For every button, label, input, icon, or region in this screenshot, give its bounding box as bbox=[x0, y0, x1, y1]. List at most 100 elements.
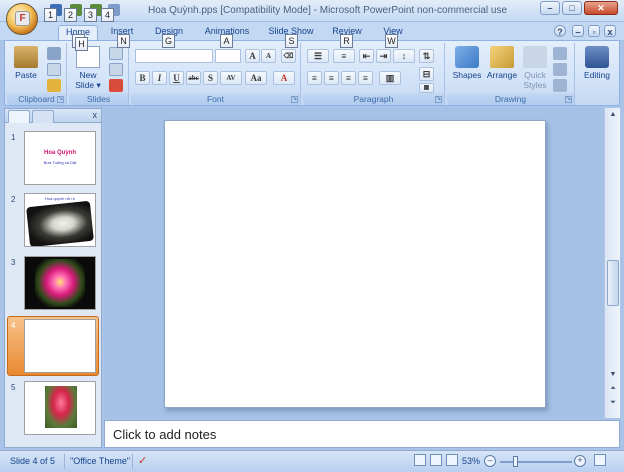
slide-show-icon[interactable] bbox=[446, 454, 458, 466]
strikethrough-button[interactable]: abc bbox=[186, 71, 201, 85]
reset-icon[interactable] bbox=[109, 63, 123, 76]
drawing-label: Drawing bbox=[447, 93, 574, 105]
font-color-button[interactable]: A bbox=[273, 71, 295, 85]
paragraph-label: Paragraph bbox=[303, 93, 444, 105]
panel-close-button[interactable]: x bbox=[93, 110, 98, 120]
format-painter-icon[interactable] bbox=[47, 79, 61, 92]
spell-check-icon[interactable]: ✓ bbox=[138, 454, 147, 467]
previous-slide-icon[interactable]: ⏶ bbox=[607, 384, 619, 394]
title-bar: F 1 2 3 4 Hoa Quỳnh.pps [Compatibility M… bbox=[0, 0, 624, 35]
drawing-launcher[interactable]: ↘ bbox=[565, 96, 572, 103]
smartart-button[interactable]: ▦ bbox=[419, 83, 434, 93]
align-left-button[interactable]: ≡ bbox=[307, 71, 322, 85]
doc-minimize-button[interactable]: – bbox=[572, 25, 584, 37]
line-spacing-button[interactable]: ↕ bbox=[393, 49, 415, 63]
grow-font-button[interactable]: A bbox=[245, 49, 260, 63]
arrange-button[interactable]: Arrange bbox=[485, 45, 519, 91]
fit-to-window-icon[interactable] bbox=[594, 454, 606, 466]
bold-button[interactable]: B bbox=[135, 71, 150, 85]
new-slide-button[interactable]: New Slide ▾ bbox=[71, 45, 105, 91]
normal-view-icon[interactable] bbox=[414, 454, 426, 466]
numbering-button[interactable]: ≡ bbox=[333, 49, 355, 63]
delete-slide-icon[interactable] bbox=[109, 79, 123, 92]
shape-effects-icon[interactable] bbox=[553, 79, 567, 92]
decrease-indent-button[interactable]: ⇤ bbox=[359, 49, 374, 63]
slide-thumbnail-1[interactable]: 1 Hoa Quỳnh Bừa Tuổng và Dật bbox=[5, 131, 101, 191]
columns-button[interactable]: ▥ bbox=[379, 71, 401, 85]
justify-button[interactable]: ≡ bbox=[358, 71, 373, 85]
close-button[interactable]: ✕ bbox=[584, 1, 618, 15]
font-name-combo[interactable] bbox=[135, 49, 213, 63]
slides-tab[interactable] bbox=[8, 110, 30, 123]
quick-styles-button[interactable]: Quick Styles bbox=[519, 45, 551, 91]
thumbnail-image: Hoa quỳnh nở rộ bbox=[24, 193, 96, 247]
keytip-review: R bbox=[340, 34, 353, 48]
shrink-font-button[interactable]: A bbox=[261, 49, 276, 63]
font-launcher[interactable]: ↘ bbox=[291, 96, 298, 103]
paste-icon bbox=[14, 46, 38, 68]
pink-flower-image bbox=[35, 259, 85, 307]
status-divider bbox=[64, 454, 65, 469]
align-text-button[interactable]: ⊟ bbox=[419, 67, 434, 81]
character-spacing-button[interactable]: AV bbox=[220, 71, 242, 85]
window-title: Hoa Quỳnh.pps [Compatibility Mode] - Mic… bbox=[148, 5, 508, 16]
clipboard-launcher[interactable]: ↘ bbox=[57, 96, 64, 103]
underline-button[interactable]: U bbox=[169, 71, 184, 85]
shape-outline-icon[interactable] bbox=[553, 63, 567, 76]
vertical-scrollbar[interactable]: ▲ ▼ ⏶ ⏷ bbox=[604, 108, 620, 418]
current-slide[interactable] bbox=[164, 120, 546, 408]
slide-thumbnail-4[interactable]: 4 bbox=[5, 316, 101, 379]
paste-button[interactable]: Paste bbox=[9, 45, 43, 91]
shapes-button[interactable]: Shapes bbox=[449, 45, 485, 91]
notes-pane[interactable]: Click to add notes bbox=[104, 420, 620, 448]
slide-thumbnail-5[interactable]: 5 bbox=[5, 381, 101, 441]
zoom-slider-thumb[interactable] bbox=[513, 456, 518, 467]
bullets-button[interactable]: ☰ bbox=[307, 49, 329, 63]
red-flower-image bbox=[45, 386, 77, 428]
panel-tabs: x bbox=[5, 109, 101, 123]
doc-restore-button[interactable]: ▫ bbox=[588, 25, 600, 37]
align-center-button[interactable]: ≡ bbox=[324, 71, 339, 85]
copy-icon[interactable] bbox=[47, 63, 61, 76]
clear-formatting-button[interactable]: ⌫ bbox=[281, 49, 296, 63]
align-right-button[interactable]: ≡ bbox=[341, 71, 356, 85]
scroll-thumb[interactable] bbox=[607, 260, 619, 306]
drawing-group: Shapes Arrange Quick Styles Drawing ↘ bbox=[447, 43, 575, 105]
zoom-out-icon[interactable]: – bbox=[484, 455, 496, 467]
minimize-button[interactable]: – bbox=[540, 1, 560, 15]
shape-fill-icon[interactable] bbox=[553, 47, 567, 60]
status-divider bbox=[132, 454, 133, 469]
keytip-view: W bbox=[385, 34, 398, 48]
help-icon[interactable]: ? bbox=[554, 25, 566, 37]
increase-indent-button[interactable]: ⇥ bbox=[376, 49, 391, 63]
notes-placeholder: Click to add notes bbox=[113, 427, 217, 442]
zoom-level[interactable]: 53% bbox=[462, 456, 480, 466]
change-case-button[interactable]: Aa bbox=[245, 71, 267, 85]
cut-icon[interactable] bbox=[47, 47, 61, 60]
zoom-slider[interactable] bbox=[500, 461, 572, 463]
slide-thumbnail-2[interactable]: 2 Hoa quỳnh nở rộ bbox=[5, 193, 101, 253]
maximize-button[interactable]: □ bbox=[562, 1, 582, 15]
editing-button[interactable]: Editing bbox=[579, 45, 615, 91]
slide-sorter-icon[interactable] bbox=[430, 454, 442, 466]
font-size-combo[interactable] bbox=[215, 49, 241, 63]
office-button[interactable]: F bbox=[6, 3, 38, 35]
zoom-in-icon[interactable]: + bbox=[574, 455, 586, 467]
slides-panel: x 1 Hoa Quỳnh Bừa Tuổng và Dật 2 Hoa quỳ… bbox=[4, 108, 102, 448]
keytip-2: 2 bbox=[64, 8, 77, 22]
next-slide-icon[interactable]: ⏷ bbox=[607, 398, 619, 408]
text-shadow-button[interactable]: S bbox=[203, 71, 218, 85]
status-bar: Slide 4 of 5 "Office Theme" ✓ 53% – + bbox=[0, 450, 624, 472]
italic-button[interactable]: I bbox=[152, 71, 167, 85]
doc-close-button[interactable]: x bbox=[604, 25, 616, 37]
layout-icon[interactable] bbox=[109, 47, 123, 60]
ribbon: Paste Clipboard ↘ New Slide ▾ H Slides A… bbox=[4, 37, 620, 106]
keytip-slide-show: S bbox=[285, 34, 298, 48]
scroll-down-icon[interactable]: ▼ bbox=[607, 370, 619, 380]
scroll-up-icon[interactable]: ▲ bbox=[607, 110, 619, 120]
outline-tab[interactable] bbox=[32, 110, 54, 123]
paragraph-launcher[interactable]: ↘ bbox=[435, 96, 442, 103]
keytip-4: 4 bbox=[101, 8, 114, 22]
slide-thumbnail-3[interactable]: 3 bbox=[5, 256, 101, 316]
text-direction-button[interactable]: ⇅ bbox=[419, 49, 434, 63]
